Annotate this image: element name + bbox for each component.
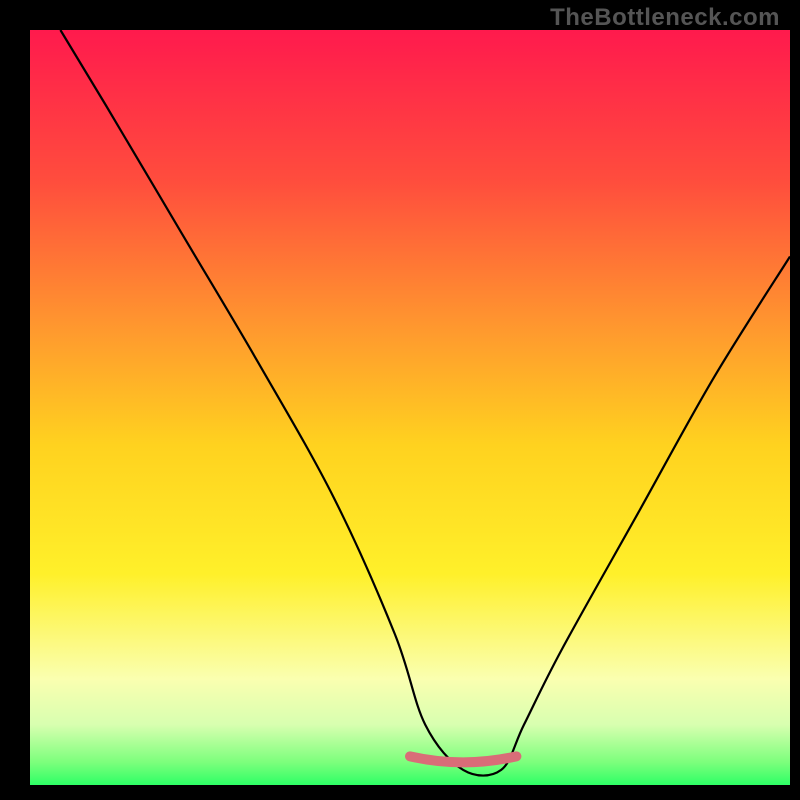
bottleneck-chart <box>0 0 800 800</box>
chart-frame: { "watermark": "TheBottleneck.com", "cha… <box>0 0 800 800</box>
watermark-text: TheBottleneck.com <box>550 4 780 32</box>
gradient-background <box>30 30 790 785</box>
